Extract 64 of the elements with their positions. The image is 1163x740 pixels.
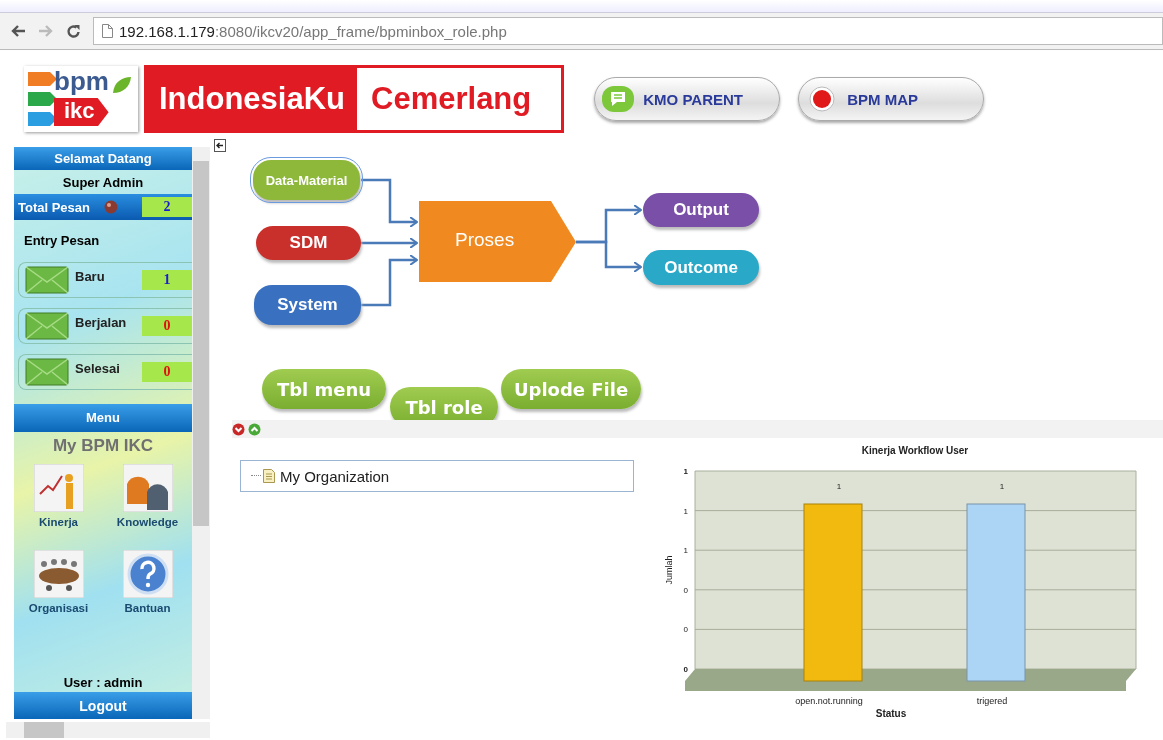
page-icon — [102, 24, 113, 38]
message-row[interactable]: Selesai 0 — [18, 354, 192, 390]
output-node[interactable]: Output — [643, 193, 759, 227]
presentation-icon — [33, 464, 84, 512]
message-count: 2 — [163, 199, 171, 215]
message-row[interactable]: Baru 1 — [18, 262, 192, 298]
menu-tile[interactable]: Bantuan — [103, 550, 192, 614]
y-tick-label: 0 — [683, 625, 688, 635]
app-title: My BPM IKC — [51, 435, 155, 457]
x-tick-label: trigered — [976, 696, 1008, 706]
input-node[interactable]: SDM — [256, 226, 361, 260]
x-axis-label: Status — [875, 708, 907, 719]
tree-item[interactable]: My Organization — [280, 467, 390, 485]
message-row[interactable]: Berjalan 0 — [18, 308, 192, 344]
banner-title: IndonesiaKu — [147, 68, 357, 130]
connector-arrow — [361, 237, 418, 249]
reload-icon[interactable] — [66, 23, 81, 39]
total-messages-bar[interactable]: Total Pesan 2 — [14, 194, 192, 220]
x-tick-label: open.not.running — [795, 696, 863, 706]
envelope-icon — [25, 358, 69, 386]
process-label: Proses — [455, 229, 515, 251]
back-icon[interactable] — [10, 24, 26, 38]
meeting-table-icon — [33, 550, 84, 598]
collapse-icon[interactable] — [214, 139, 226, 152]
user-label: User : admin — [62, 675, 144, 692]
message-count: 0 — [163, 364, 171, 380]
connector-arrow — [576, 240, 642, 273]
menu-tile[interactable]: Kinerja — [14, 464, 103, 528]
envelope-icon — [25, 312, 69, 340]
heads-icon — [122, 464, 173, 512]
expand-up-icon[interactable] — [248, 422, 261, 436]
y-tick-label: 1 — [683, 506, 688, 516]
connector-arrow — [361, 254, 418, 307]
data-label: 1 — [999, 482, 1005, 491]
data-label: 1 — [836, 482, 842, 491]
ball-icon — [104, 200, 118, 214]
scrollbar[interactable] — [192, 147, 210, 719]
chat-icon — [601, 85, 636, 113]
logout-button[interactable]: Logout — [14, 692, 192, 719]
y-tick-label: 1 — [683, 467, 688, 476]
message-count: 0 — [163, 318, 171, 334]
menu-tile[interactable]: Organisasi — [14, 550, 103, 614]
address-bar[interactable]: 192.168.1.179:8080/ikcv20/app_frame/bpminbox_role.php — [93, 17, 1163, 45]
welcome-header: Selamat Datang — [14, 147, 192, 170]
document-icon — [263, 469, 275, 483]
message-count: 1 — [163, 272, 171, 288]
y-tick-label: 1 — [683, 546, 688, 556]
y-tick-label: 0 — [683, 665, 688, 674]
envelope-icon — [25, 266, 69, 294]
section-title: Entry Pesan — [23, 232, 101, 250]
collapse-down-icon[interactable] — [232, 422, 245, 436]
header-button[interactable]: KMO PARENT — [594, 77, 781, 121]
connector-arrow — [361, 178, 418, 228]
user-role: Super Admin — [61, 174, 145, 192]
chart-title: Kinerja Workflow User — [861, 445, 969, 456]
header-button[interactable]: BPM MAP — [798, 77, 985, 121]
menu-tile[interactable]: Knowledge — [103, 464, 192, 528]
y-axis-label: Jumlah — [664, 555, 674, 585]
logo: bpm ikc — [24, 66, 138, 132]
scrollbar[interactable] — [6, 722, 210, 738]
y-tick-label: 0 — [683, 585, 688, 595]
input-node[interactable]: System — [254, 285, 361, 325]
menu-header: Menu — [14, 404, 192, 432]
help-icon — [122, 550, 173, 598]
